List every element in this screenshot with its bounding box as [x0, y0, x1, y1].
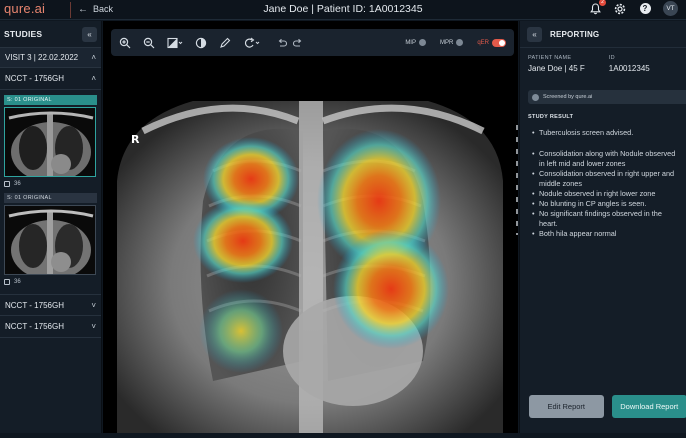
visit-label: VISIT 3 | 22.02.2022: [5, 53, 78, 62]
series-label: NCCT - 1756GH: [5, 322, 64, 331]
finding-item: Consolidation observed in right upper an…: [532, 169, 682, 189]
finding-item: No blunting in CP angles is seen.: [532, 199, 682, 209]
reporting-header: « REPORTING: [520, 21, 686, 48]
download-report-button[interactable]: Download Report: [612, 395, 686, 418]
qer-label: qER: [477, 40, 489, 46]
mpr-label: MPR: [440, 40, 453, 46]
chevron-up-icon: ˄: [91, 53, 96, 62]
page-title: Jane Doe | Patient ID: 1A0012345: [0, 3, 686, 15]
xray-image[interactable]: R: [103, 61, 518, 433]
studies-header: STUDIES «: [0, 21, 101, 47]
image-stack-icon: [4, 279, 10, 285]
studies-panel: STUDIES « VISIT 3 | 22.02.2022 ˄ NCCT - …: [0, 21, 102, 433]
patient-id-value: 1A0012345: [609, 64, 650, 73]
finding-item: No significant findings observed in the …: [532, 209, 682, 229]
mip-indicator-icon: [419, 39, 426, 46]
xray-thumbnail-image: [5, 108, 96, 177]
visit-selector[interactable]: VISIT 3 | 22.02.2022 ˄: [0, 47, 101, 68]
chevron-down-icon: ˅: [91, 301, 96, 310]
thumbnail-tag: S: 01 ORIGINAL: [4, 193, 97, 203]
reporting-title: REPORTING: [550, 30, 599, 39]
series-thumbnail[interactable]: [4, 107, 96, 177]
user-avatar[interactable]: VT: [663, 1, 678, 16]
viewer-toolbar: MIP MPR qER: [111, 29, 514, 56]
patient-name-label: PATIENT NAME: [528, 55, 585, 61]
mpr-indicator-icon: [456, 39, 463, 46]
findings-list: Tuberculosis screen advised. Consolidati…: [532, 128, 682, 239]
reporting-panel: « REPORTING PATIENT NAME Jane Doe | 45 F…: [519, 21, 686, 433]
series-label: NCCT - 1756GH: [5, 74, 64, 83]
mpr-toggle[interactable]: MPR: [440, 39, 463, 46]
settings-gear-icon[interactable]: [613, 2, 627, 16]
patient-name-value: Jane Doe | 45 F: [528, 64, 585, 73]
series-label: NCCT - 1756GH: [5, 301, 64, 310]
studies-title: STUDIES: [4, 29, 42, 39]
series-item[interactable]: NCCT - 1756GH ˄: [0, 68, 101, 90]
redo-icon[interactable]: [293, 35, 303, 51]
image-count-value: 36: [14, 279, 21, 285]
contrast-preset-icon[interactable]: [167, 35, 183, 51]
patient-info: PATIENT NAME Jane Doe | 45 F ID 1A001234…: [520, 48, 686, 73]
check-circle-icon: [532, 94, 539, 101]
mip-toggle[interactable]: MIP: [405, 39, 426, 46]
screened-by-badge: Screened by qure.ai: [528, 90, 686, 104]
invert-icon[interactable]: [195, 35, 207, 51]
chevron-up-icon: ˄: [91, 74, 96, 83]
edit-report-button[interactable]: Edit Report: [529, 395, 604, 418]
patient-id-label: ID: [609, 55, 650, 61]
notification-badge: 2: [599, 0, 606, 6]
help-icon[interactable]: ?: [638, 2, 652, 16]
finding-item: Nodule observed in right lower zone: [532, 189, 682, 199]
mip-label: MIP: [405, 40, 416, 46]
zoom-out-icon[interactable]: [143, 35, 155, 51]
image-count: 36: [4, 180, 101, 188]
finding-item: Both hila appear normal: [532, 229, 682, 239]
collapse-right-panel-button[interactable]: «: [527, 27, 542, 42]
finding-item: Tuberculosis screen advised.: [532, 128, 682, 138]
top-actions: 2 ? VT: [588, 1, 678, 16]
image-stack-icon: [4, 181, 10, 187]
study-result-label: STUDY RESULT: [528, 114, 686, 120]
chest-xray-heatmap: [103, 61, 518, 433]
screened-by-label: Screened by qure.ai: [543, 94, 592, 100]
series-thumbnail[interactable]: [4, 205, 96, 275]
image-count: 36: [4, 278, 101, 286]
report-actions: Edit Report Download Report: [520, 395, 686, 418]
series-item[interactable]: NCCT - 1756GH ˅: [0, 316, 101, 338]
series-item[interactable]: NCCT - 1756GH ˅: [0, 294, 101, 316]
notification-bell-icon[interactable]: 2: [588, 2, 602, 16]
orientation-marker: R: [131, 133, 139, 146]
annotate-pen-icon[interactable]: [219, 35, 231, 51]
finding-item: Consolidation along with Nodule observed…: [532, 149, 682, 169]
image-viewer[interactable]: MIP MPR qER: [103, 21, 518, 433]
chevron-down-icon: ˅: [91, 322, 96, 331]
report-scrollbar[interactable]: [516, 125, 518, 235]
thumbnail-tag: S: 01 ORIGINAL: [4, 95, 97, 105]
image-count-value: 36: [14, 181, 21, 187]
top-bar: qure.ai ← Back Jane Doe | Patient ID: 1A…: [0, 0, 686, 20]
toolbar-toggles: MIP MPR qER: [405, 39, 506, 47]
undo-icon[interactable]: [277, 35, 287, 51]
rotate-icon[interactable]: [243, 35, 261, 51]
xray-thumbnail-image: [5, 206, 96, 275]
zoom-in-icon[interactable]: [119, 35, 131, 51]
collapse-left-panel-button[interactable]: «: [82, 27, 97, 42]
qer-toggle[interactable]: qER: [477, 39, 506, 47]
qer-switch[interactable]: [492, 39, 506, 47]
